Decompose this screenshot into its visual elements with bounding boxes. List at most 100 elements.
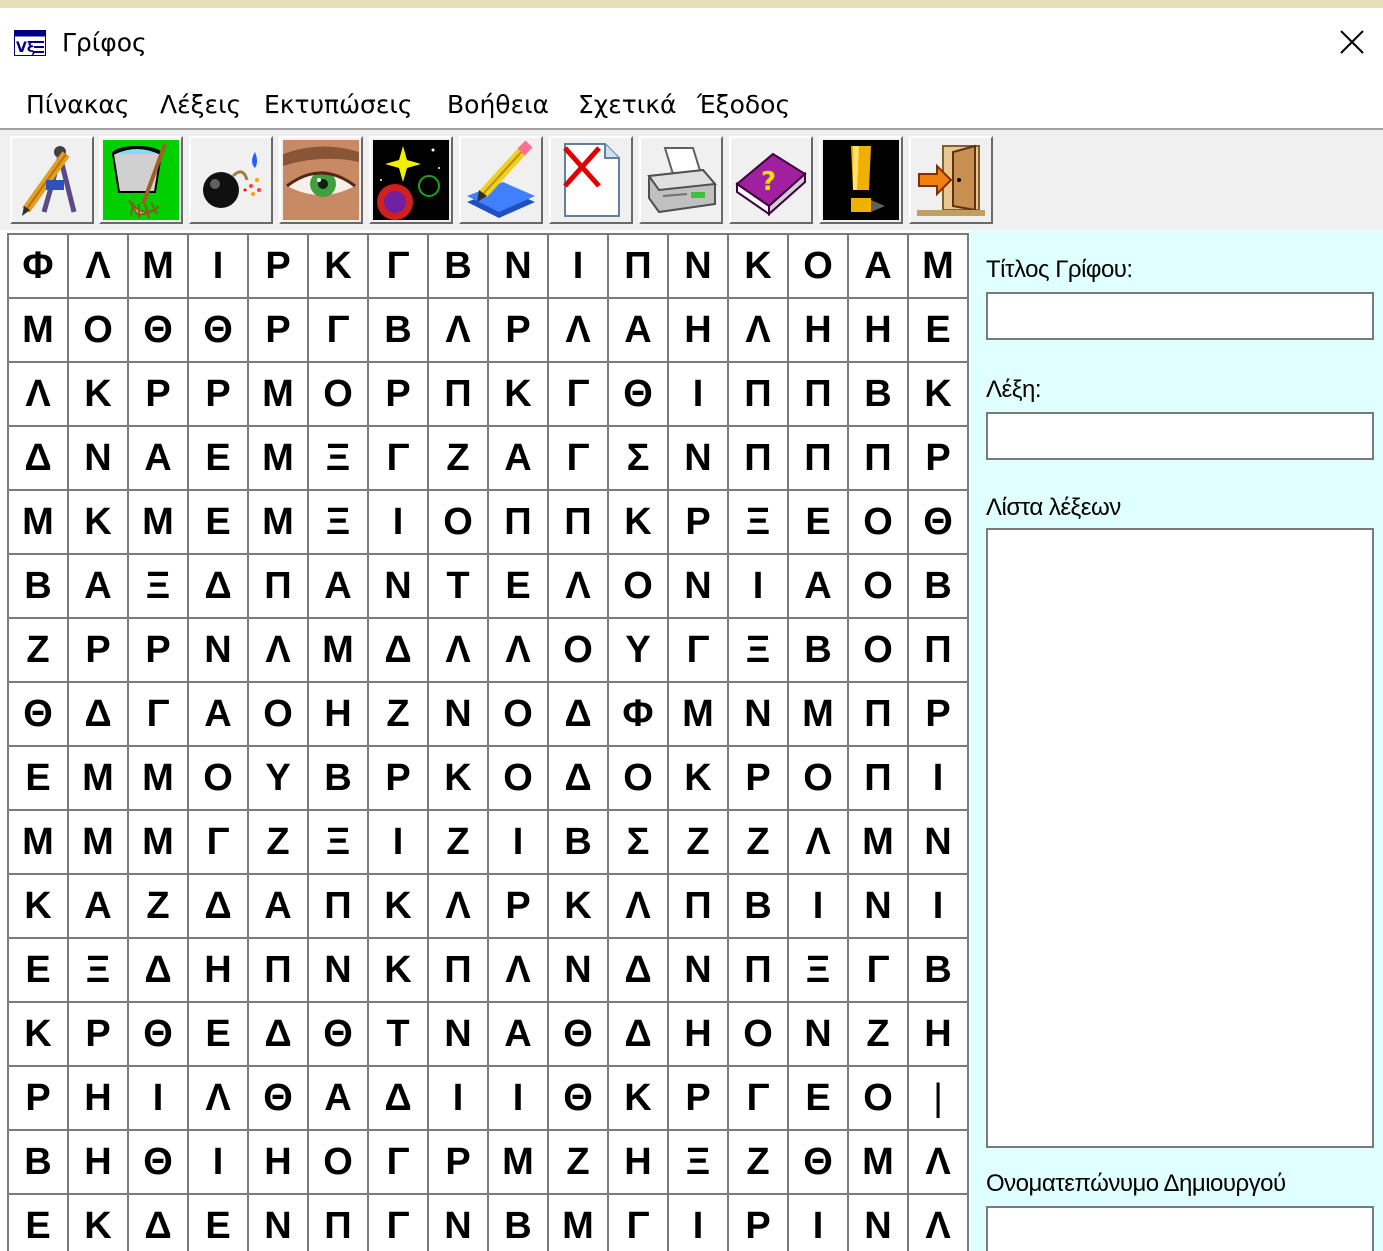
grid-cell[interactable]: Α <box>489 1003 549 1067</box>
grid-cell[interactable]: Μ <box>909 235 969 299</box>
grid-cell[interactable]: Μ <box>9 491 69 555</box>
grid-cell[interactable]: Α <box>609 299 669 363</box>
grid-cell[interactable]: Μ <box>249 427 309 491</box>
grid-cell[interactable]: Ι <box>669 363 729 427</box>
grid-cell[interactable]: Ο <box>309 1131 369 1195</box>
menu-voitheia[interactable]: Βοήθεια <box>447 90 549 119</box>
grid-cell[interactable]: Σ <box>609 811 669 875</box>
grid-cell[interactable]: Θ <box>129 299 189 363</box>
grid-cell[interactable]: Θ <box>909 491 969 555</box>
grid-cell[interactable]: Ρ <box>669 491 729 555</box>
grid-cell[interactable]: Ι <box>129 1067 189 1131</box>
grid-cell[interactable]: Λ <box>609 875 669 939</box>
grid-cell[interactable]: Δ <box>129 1195 189 1251</box>
grid-cell[interactable]: Α <box>309 555 369 619</box>
grid-cell[interactable]: Ζ <box>729 1131 789 1195</box>
grid-cell[interactable]: Ρ <box>69 619 129 683</box>
grid-cell[interactable]: Η <box>69 1067 129 1131</box>
grid-cell[interactable]: Β <box>309 747 369 811</box>
grid-cell[interactable]: Ρ <box>489 299 549 363</box>
grid-cell[interactable]: Μ <box>669 683 729 747</box>
grid-cell[interactable]: | <box>909 1067 969 1131</box>
grid-cell[interactable]: Θ <box>189 299 249 363</box>
grid-cell[interactable]: Ο <box>249 683 309 747</box>
grid-cell[interactable]: Π <box>489 491 549 555</box>
grid-cell[interactable]: Μ <box>9 299 69 363</box>
grid-cell[interactable]: Μ <box>849 1131 909 1195</box>
grid-cell[interactable]: Π <box>429 363 489 427</box>
grid-cell[interactable]: Π <box>729 363 789 427</box>
grid-cell[interactable]: Γ <box>549 427 609 491</box>
grid-cell[interactable]: Γ <box>549 363 609 427</box>
grid-cell[interactable]: Β <box>909 555 969 619</box>
grid-cell[interactable]: Ι <box>189 235 249 299</box>
grid-cell[interactable]: Θ <box>9 683 69 747</box>
grid-cell[interactable]: Ν <box>189 619 249 683</box>
grid-cell[interactable]: Α <box>69 875 129 939</box>
grid-cell[interactable]: Ν <box>789 1003 849 1067</box>
grid-cell[interactable]: Ν <box>669 939 729 1003</box>
grid-cell[interactable]: Μ <box>249 491 309 555</box>
grid-cell[interactable]: Φ <box>609 683 669 747</box>
grid-cell[interactable]: Υ <box>609 619 669 683</box>
grid-cell[interactable]: Δ <box>609 1003 669 1067</box>
grid-cell[interactable]: Ν <box>429 1195 489 1251</box>
clear-puzzle-button[interactable] <box>99 136 183 224</box>
grid-cell[interactable]: Μ <box>489 1131 549 1195</box>
grid-cell[interactable]: Ζ <box>729 811 789 875</box>
grid-cell[interactable]: Μ <box>69 811 129 875</box>
grid-cell[interactable]: Ξ <box>789 939 849 1003</box>
grid-cell[interactable]: Ο <box>789 747 849 811</box>
grid-cell[interactable]: Ι <box>189 1131 249 1195</box>
menu-lexeis[interactable]: Λέξεις <box>160 90 241 119</box>
grid-cell[interactable]: Τ <box>369 1003 429 1067</box>
grid-cell[interactable]: Ι <box>669 1195 729 1251</box>
grid-cell[interactable]: Ε <box>789 1067 849 1131</box>
grid-cell[interactable]: Λ <box>429 619 489 683</box>
print-button[interactable] <box>639 136 723 224</box>
grid-cell[interactable]: Υ <box>249 747 309 811</box>
grid-cell[interactable]: Γ <box>189 811 249 875</box>
grid-cell[interactable]: Ο <box>789 235 849 299</box>
grid-cell[interactable]: Κ <box>9 875 69 939</box>
grid-cell[interactable]: Ξ <box>129 555 189 619</box>
grid-cell[interactable]: Ε <box>489 555 549 619</box>
grid-cell[interactable]: Η <box>249 1131 309 1195</box>
grid-cell[interactable]: Λ <box>69 235 129 299</box>
grid-cell[interactable]: Λ <box>9 363 69 427</box>
grid-cell[interactable]: Τ <box>429 555 489 619</box>
grid-cell[interactable]: Γ <box>309 299 369 363</box>
view-solution-button[interactable] <box>279 136 363 224</box>
delete-button[interactable] <box>549 136 633 224</box>
grid-cell[interactable]: Α <box>489 427 549 491</box>
grid-cell[interactable]: Κ <box>9 1003 69 1067</box>
about-button[interactable] <box>819 136 903 224</box>
grid-cell[interactable]: Ε <box>909 299 969 363</box>
grid-cell[interactable]: Π <box>789 427 849 491</box>
grid-cell[interactable]: Ε <box>9 1195 69 1251</box>
grid-cell[interactable]: Ο <box>189 747 249 811</box>
word-list[interactable] <box>986 528 1374 1148</box>
grid-cell[interactable]: Ε <box>189 427 249 491</box>
grid-cell[interactable]: Ν <box>249 1195 309 1251</box>
grid-cell[interactable]: Ι <box>369 811 429 875</box>
grid-cell[interactable]: Ν <box>909 811 969 875</box>
grid-cell[interactable]: Ο <box>489 683 549 747</box>
grid-cell[interactable]: Ο <box>69 299 129 363</box>
grid-cell[interactable]: Ν <box>549 939 609 1003</box>
grid-cell[interactable]: Δ <box>249 1003 309 1067</box>
grid-cell[interactable]: Η <box>189 939 249 1003</box>
grid-cell[interactable]: Α <box>789 555 849 619</box>
grid-cell[interactable]: Ρ <box>909 427 969 491</box>
grid-cell[interactable]: Ν <box>69 427 129 491</box>
grid-cell[interactable]: Ζ <box>429 427 489 491</box>
grid-cell[interactable]: Β <box>729 875 789 939</box>
grid-cell[interactable]: Μ <box>849 811 909 875</box>
grid-cell[interactable]: Ξ <box>729 619 789 683</box>
grid-cell[interactable]: Κ <box>369 875 429 939</box>
grid-cell[interactable]: Λ <box>909 1195 969 1251</box>
grid-cell[interactable]: Ρ <box>189 363 249 427</box>
grid-cell[interactable]: Λ <box>909 1131 969 1195</box>
grid-cell[interactable]: Η <box>669 299 729 363</box>
grid-cell[interactable]: Ο <box>849 555 909 619</box>
